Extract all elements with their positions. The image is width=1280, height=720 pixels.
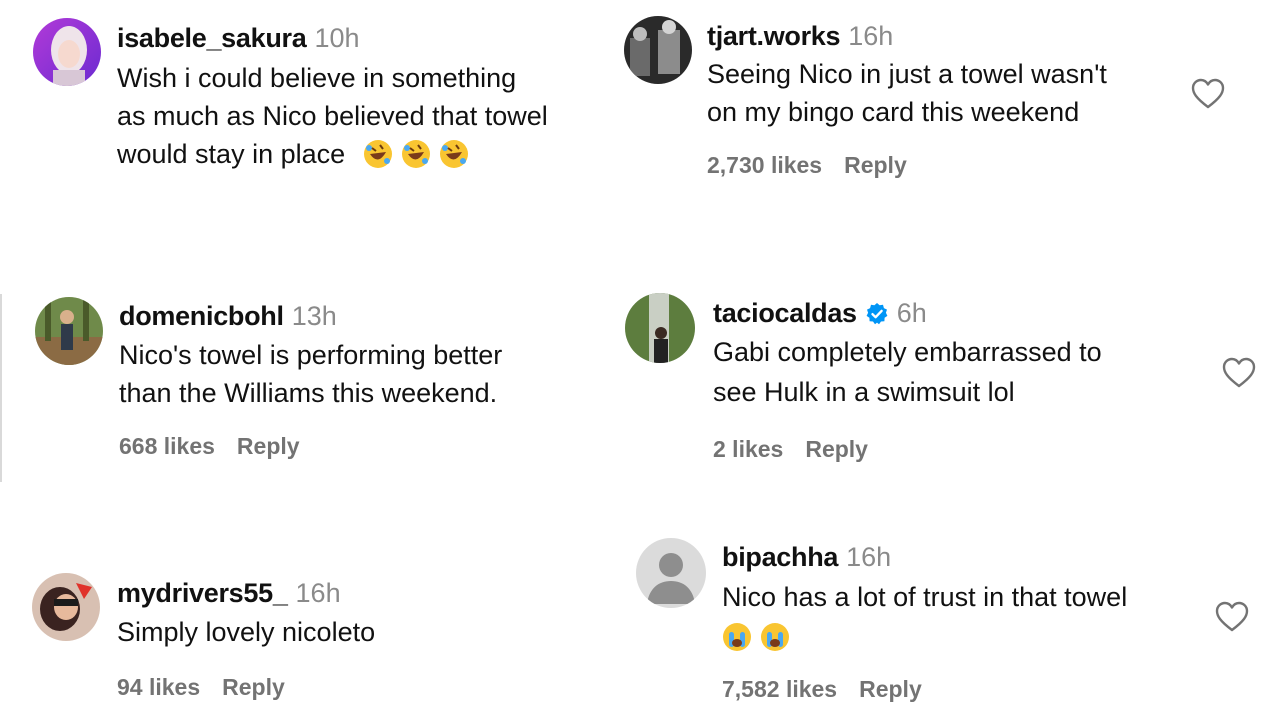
username[interactable]: isabele_sakura xyxy=(117,23,307,53)
avatar[interactable] xyxy=(35,297,103,365)
heart-icon[interactable] xyxy=(1215,601,1249,633)
avatar[interactable] xyxy=(33,18,101,86)
comment-text: Wish i could believe in something as muc… xyxy=(117,63,548,169)
timestamp: 16h xyxy=(848,21,894,51)
comment-text: Seeing Nico in just a towel wasn't on my… xyxy=(707,59,1107,127)
crying-emoji xyxy=(722,622,752,652)
username[interactable]: taciocaldas xyxy=(713,298,857,328)
reply-button[interactable]: Reply xyxy=(222,674,285,700)
verified-badge-icon xyxy=(865,302,889,326)
timestamp: 16h xyxy=(295,578,341,608)
likes-count[interactable]: 2,730 likes xyxy=(707,152,822,178)
username[interactable]: domenicbohl xyxy=(119,301,284,331)
avatar[interactable] xyxy=(625,293,695,363)
reply-button[interactable]: Reply xyxy=(844,152,907,178)
reply-button[interactable]: Reply xyxy=(237,433,300,459)
username[interactable]: tjart.works xyxy=(707,21,841,51)
rofl-emoji xyxy=(401,139,431,169)
comment-text: Gabi completely embarrassed to see Hulk … xyxy=(713,337,1102,407)
likes-count[interactable]: 2 likes xyxy=(713,436,783,462)
likes-count[interactable]: 7,582 likes xyxy=(722,676,837,702)
comment-text: Simply lovely nicoleto xyxy=(117,617,376,647)
timestamp: 13h xyxy=(291,301,337,331)
heart-icon[interactable] xyxy=(1191,78,1225,110)
avatar[interactable] xyxy=(32,573,100,641)
crying-emoji xyxy=(760,622,790,652)
username[interactable]: bipachha xyxy=(722,542,838,572)
reply-button[interactable]: Reply xyxy=(805,436,868,462)
username[interactable]: mydrivers55_ xyxy=(117,578,288,608)
timestamp: 10h xyxy=(314,23,360,53)
likes-count[interactable]: 668 likes xyxy=(119,433,215,459)
comment-meta: 7,582 likes Reply xyxy=(722,675,922,703)
comment-text: Nico's towel is performing better than t… xyxy=(119,340,503,408)
timestamp: 16h xyxy=(846,542,892,572)
comment-meta: 668 likes Reply xyxy=(119,432,300,460)
avatar[interactable] xyxy=(636,538,706,608)
rofl-emoji xyxy=(439,139,469,169)
comment-text: Nico has a lot of trust in that towel xyxy=(722,578,1127,656)
rofl-emoji xyxy=(363,139,393,169)
timestamp: 6h xyxy=(896,298,927,328)
comment-meta: 94 likes Reply xyxy=(117,673,285,701)
comment-meta: 2 likes Reply xyxy=(713,435,868,463)
divider xyxy=(0,294,2,482)
comment-meta: 2,730 likes Reply xyxy=(707,151,907,179)
heart-icon[interactable] xyxy=(1222,357,1256,389)
likes-count[interactable]: 94 likes xyxy=(117,674,200,700)
reply-button[interactable]: Reply xyxy=(859,676,922,702)
avatar[interactable] xyxy=(624,16,692,84)
